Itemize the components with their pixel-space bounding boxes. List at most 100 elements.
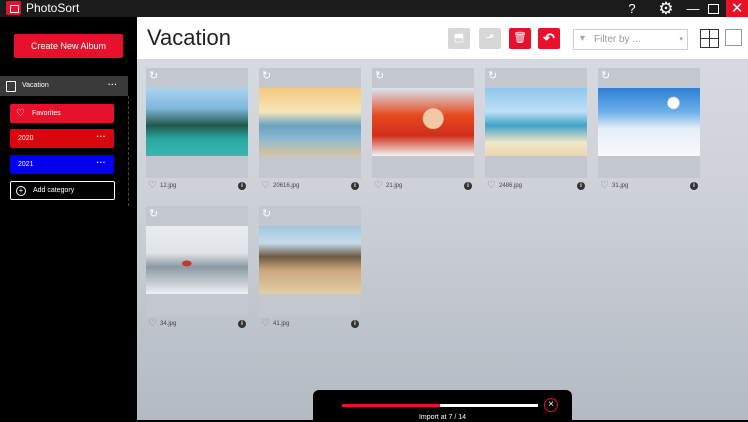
plus-circle-icon: + <box>16 186 26 196</box>
photo-card[interactable]: ↻ ♡ 31.jpg i <box>598 68 700 195</box>
photo-card-frame: ↻ <box>259 206 361 316</box>
create-album-button[interactable]: Create New Album <box>14 34 123 58</box>
export-icon: ⬏ <box>485 32 495 44</box>
photo-thumbnail[interactable] <box>372 88 474 156</box>
info-icon[interactable]: i <box>577 182 585 190</box>
rotate-icon[interactable]: ↻ <box>262 209 271 220</box>
photo-card[interactable]: ↻ ♡ 20616.jpg i <box>259 68 361 195</box>
photo-card[interactable]: ↻ ♡ 34.jpg i <box>146 206 248 333</box>
photo-card-frame: ↻ <box>485 68 587 178</box>
photo-card[interactable]: ↻ ♡ 21.jpg i <box>372 68 474 195</box>
heart-icon[interactable]: ♡ <box>487 180 496 192</box>
photo-card-frame: ↻ <box>146 68 248 178</box>
cancel-import-button[interactable]: × <box>544 398 558 412</box>
photo-thumbnail[interactable] <box>259 226 361 294</box>
trash-icon: 🗑 <box>513 32 527 44</box>
photo-filename: 2486.jpg <box>499 183 523 189</box>
photo-card-footer: ♡ 12.jpg i <box>146 178 248 195</box>
photo-card-frame: ↻ <box>372 68 474 178</box>
photo-thumbnail[interactable] <box>146 226 248 294</box>
filter-dropdown[interactable]: ▼ Filter by ... ▾ <box>573 29 688 50</box>
add-category-label: Add category <box>33 187 75 194</box>
import-progress-text: Import at 7 / 14 <box>418 414 467 421</box>
info-icon[interactable]: i <box>690 182 698 190</box>
single-view-toggle[interactable] <box>725 29 742 46</box>
undo-button[interactable]: ↶ <box>538 28 560 49</box>
photo-card-frame: ↻ <box>598 68 700 178</box>
photo-card-footer: ♡ 2486.jpg i <box>485 178 587 195</box>
category-label: 2021 <box>18 161 34 168</box>
import-button[interactable]: ⬒ <box>448 28 470 49</box>
photo-card-footer: ♡ 34.jpg i <box>146 316 248 333</box>
export-button[interactable]: ⬏ <box>479 28 501 49</box>
rotate-icon[interactable]: ↻ <box>601 71 610 82</box>
category-label: 2020 <box>18 135 34 142</box>
info-icon[interactable]: i <box>351 320 359 328</box>
grid-view-toggle[interactable] <box>700 29 719 48</box>
undo-icon: ↶ <box>543 30 555 46</box>
album-icon <box>6 81 16 92</box>
heart-icon[interactable]: ♡ <box>261 318 270 330</box>
album-item-vacation[interactable]: Vacation ··· <box>0 76 128 96</box>
photo-card[interactable]: ↻ ♡ 41.jpg i <box>259 206 361 333</box>
photo-thumbnail[interactable] <box>598 88 700 156</box>
settings-gear-icon[interactable]: ⚙ <box>654 0 678 17</box>
info-icon[interactable]: i <box>351 182 359 190</box>
chevron-down-icon: ▾ <box>679 36 683 43</box>
import-progress-fill <box>342 404 440 407</box>
delete-button[interactable]: 🗑 <box>509 28 531 49</box>
photo-card-footer: ♡ 31.jpg i <box>598 178 700 195</box>
album-header: Vacation ⬒ ⬏ 🗑 ↶ ▼ Filter by ... ▾ <box>137 17 748 59</box>
category-more-button[interactable]: ··· <box>97 129 107 145</box>
info-icon[interactable]: i <box>238 182 246 190</box>
photo-filename: 34.jpg <box>160 321 177 327</box>
photo-thumbnail[interactable] <box>485 88 587 156</box>
maximize-icon <box>707 4 719 15</box>
filter-placeholder: Filter by ... <box>594 34 641 45</box>
photo-card-footer: ♡ 21.jpg i <box>372 178 474 195</box>
rotate-icon[interactable]: ↻ <box>149 209 158 220</box>
photo-thumbnail[interactable] <box>146 88 248 156</box>
app-logo-icon <box>6 1 21 15</box>
photo-card-footer: ♡ 20616.jpg i <box>259 178 361 195</box>
import-icon: ⬒ <box>453 32 465 44</box>
category-2020[interactable]: 2020 ··· <box>10 129 114 148</box>
minimize-button[interactable]: — <box>686 0 700 17</box>
category-2021[interactable]: 2021 ··· <box>10 155 114 174</box>
heart-icon[interactable]: ♡ <box>148 180 157 192</box>
category-more-button[interactable]: ··· <box>97 155 107 171</box>
photo-filename: 12.jpg <box>160 183 177 189</box>
photo-filename: 41.jpg <box>273 321 290 327</box>
photo-filename: 31.jpg <box>612 183 629 189</box>
heart-icon[interactable]: ♡ <box>600 180 609 192</box>
photo-card-frame: ↻ <box>146 206 248 316</box>
add-category-button[interactable]: + Add category <box>10 181 115 200</box>
rotate-icon[interactable]: ↻ <box>262 71 271 82</box>
close-button[interactable]: ✕ <box>726 0 748 17</box>
app-title: PhotoSort <box>26 1 80 15</box>
import-progress-panel: × Import at 7 / 14 <box>313 390 572 421</box>
photo-card-frame: ↻ <box>259 68 361 178</box>
album-label: Vacation <box>22 82 49 89</box>
heart-icon[interactable]: ♡ <box>261 180 270 192</box>
rotate-icon[interactable]: ↻ <box>488 71 497 82</box>
info-icon[interactable]: i <box>464 182 472 190</box>
album-more-button[interactable]: ··· <box>108 76 118 93</box>
category-favorites[interactable]: ♡ Favorites <box>10 104 114 123</box>
photo-card-footer: ♡ 41.jpg i <box>259 316 361 333</box>
photo-filename: 20616.jpg <box>273 183 300 189</box>
photo-card[interactable]: ↻ ♡ 2486.jpg i <box>485 68 587 195</box>
heart-icon[interactable]: ♡ <box>374 180 383 192</box>
heart-icon[interactable]: ♡ <box>148 318 157 330</box>
title-bar: PhotoSort ? ⚙ — ✕ <box>0 0 748 17</box>
category-label: Favorites <box>32 110 61 117</box>
info-icon[interactable]: i <box>238 320 246 328</box>
photo-card[interactable]: ↻ ♡ 12.jpg i <box>146 68 248 195</box>
rotate-icon[interactable]: ↻ <box>149 71 158 82</box>
heart-icon: ♡ <box>16 108 25 119</box>
maximize-button[interactable] <box>706 0 720 17</box>
help-icon[interactable]: ? <box>624 0 640 17</box>
rotate-icon[interactable]: ↻ <box>375 71 384 82</box>
photo-thumbnail[interactable] <box>259 88 361 156</box>
import-progress-bar <box>342 404 538 407</box>
